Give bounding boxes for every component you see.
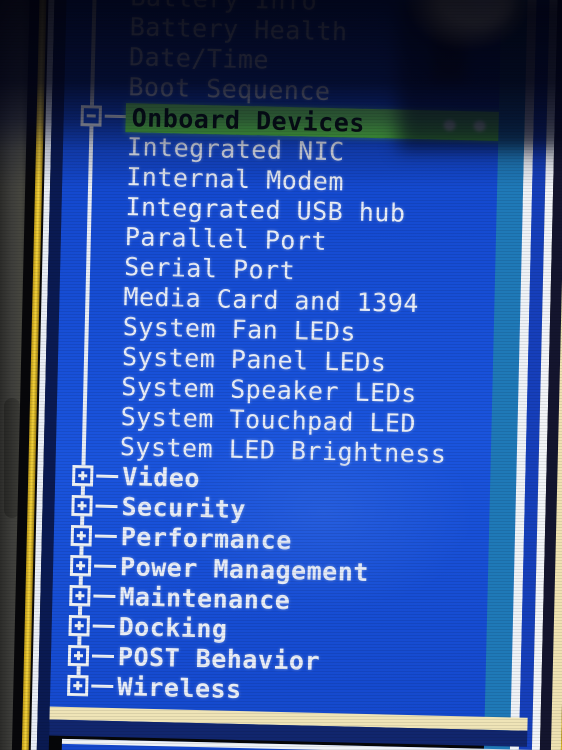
menu-item-label: Performance [120,522,293,556]
expand-plus-icon[interactable] [71,464,94,487]
menu-item-label: Maintenance [119,582,291,616]
expand-plus-icon[interactable] [67,644,90,667]
menu-item-label: POST Behavior [117,642,321,676]
tree-branch-dash [93,594,116,599]
tree-branch-dash [92,624,115,629]
collapse-minus-icon[interactable] [80,105,102,127]
expand-plus-icon[interactable] [70,524,93,547]
menu-item-label: Date/Time [128,42,270,75]
crt-screen: Device InfoBattery InfoBattery HealthDat… [17,0,562,750]
tree-branch-dash [91,654,115,659]
flash-reflection-dot-1 [443,119,456,131]
menu-item-label: Docking [118,612,228,644]
tree-branch-dash [96,474,119,479]
tree-branch-dash [94,564,117,569]
expand-plus-icon[interactable] [68,614,90,637]
bios-photo: Device InfoBattery InfoBattery HealthDat… [0,0,562,750]
expand-plus-icon[interactable] [71,494,93,517]
expand-plus-icon[interactable] [69,584,91,607]
menu-item-label: Video [121,462,201,493]
tree-branch-dash [95,504,118,509]
flash-reflection-dot-2 [473,120,486,132]
menu-item-label: Parallel Port [124,222,328,256]
tree-branch-dash [104,114,127,119]
menu-item-label: Serial Port [123,252,296,286]
tree-branch-dash [94,534,117,539]
setup-menu-panel: Device InfoBattery InfoBattery HealthDat… [49,0,545,734]
menu-item-label: Wireless [116,672,243,705]
expand-plus-icon[interactable] [69,554,92,577]
tree-branch-dash [91,684,114,689]
menu-item-label: Security [121,492,247,525]
expand-plus-icon[interactable] [67,674,89,697]
menu-item-label: Boot Sequence [128,72,331,106]
